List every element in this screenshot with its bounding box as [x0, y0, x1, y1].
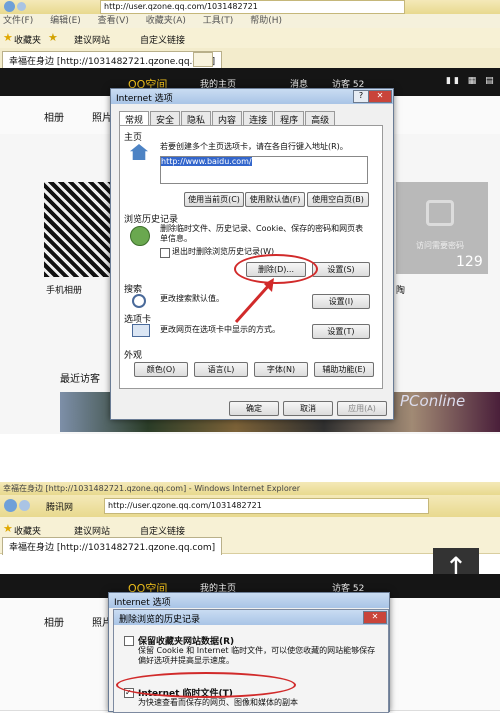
appearance-section-title: 外观: [124, 351, 143, 361]
dialog-titlebar: Internet 选项 ? ✕: [111, 89, 393, 104]
search-desc: 更改搜索默认值。: [160, 294, 224, 303]
delete-close-button[interactable]: ✕: [363, 611, 387, 624]
search-settings-button[interactable]: 设置(I): [312, 294, 370, 309]
colors-button[interactable]: 颜色(O): [134, 362, 188, 377]
dialog-title: Internet 选项: [116, 94, 173, 104]
back-button[interactable]: [4, 1, 15, 12]
tab-album-bottom[interactable]: 相册: [44, 614, 64, 629]
apply-button[interactable]: 应用(A): [337, 401, 387, 416]
tabs-desc: 更改网页在选项卡中显示的方式。: [160, 325, 280, 334]
delete-dialog-title: 删除浏览的历史记录: [119, 615, 201, 625]
favorites-button-bottom[interactable]: 收藏夹: [14, 524, 41, 537]
history-icon: [130, 226, 150, 246]
fav-suggest-link[interactable]: 建议网站: [74, 33, 110, 46]
tabs-icon: [132, 324, 150, 337]
home-section-title: 主页: [124, 133, 143, 143]
forward-button-bottom[interactable]: [19, 500, 30, 511]
ok-button[interactable]: 确定: [229, 401, 279, 416]
browser-tab-qzone[interactable]: 幸福在身边 [http://1031482721.qzone.qq.com]: [2, 51, 223, 69]
home-url-value: http://www.baidu.com/: [161, 157, 252, 166]
pconline-watermark: PConline: [400, 392, 466, 410]
delete-history-dialog: 删除浏览的历史记录 ✕ 保留收藏夹网站数据(R) 保留 Cookie 和 Int…: [113, 609, 389, 713]
site-tag: 腾讯网: [46, 503, 74, 513]
recent-visitors-title: 最近访客: [60, 374, 100, 385]
dialog-title-bottom: Internet 选项: [114, 598, 171, 608]
private-label: 访问需要密码: [416, 241, 464, 250]
back-button-bottom[interactable]: [4, 499, 17, 512]
fav-custom-bottom[interactable]: 自定义链接: [140, 524, 185, 537]
lock-icon: [426, 200, 454, 226]
annotation-arrow: [234, 278, 274, 324]
fonts-button[interactable]: 字体(N): [254, 362, 308, 377]
internet-options-dialog: Internet 选项 ? ✕ 常规 安全 隐私 内容 连接 程序 高级 主页 …: [110, 88, 394, 420]
add-favorite-icon[interactable]: ★: [48, 31, 58, 44]
ie-address-bar-bottom: 腾讯网 http://user.qzone.qq.com/1031482721: [0, 495, 500, 518]
fav-suggest-bottom[interactable]: 建议网站: [74, 524, 110, 537]
favorites-button[interactable]: 收藏夹: [14, 33, 41, 46]
menu-bar-top: 文件(F) 编辑(E) 查看(V) 收藏夹(A) 工具(T) 帮助(H): [0, 14, 500, 29]
delete-dialog-titlebar: 删除浏览的历史记录 ✕: [114, 610, 388, 625]
tab-photo[interactable]: 照片: [92, 109, 112, 124]
ie-window-title-bottom: 幸福在身边 [http://1031482721.qzone.qq.com] -…: [0, 482, 500, 496]
screenshot-gap: [0, 436, 500, 482]
tab-album[interactable]: 相册: [44, 109, 64, 124]
menu-view[interactable]: 查看(V): [98, 16, 129, 26]
album-thumb-private[interactable]: 访问需要密码 129: [396, 182, 488, 274]
window-title-bottom: 幸福在身边 [http://1031482721.qzone.qq.com] -…: [3, 484, 301, 493]
menu-favorites[interactable]: 收藏夹(A): [146, 16, 186, 26]
history-settings-button[interactable]: 设置(S): [312, 262, 370, 277]
browser-tab-bottom[interactable]: 幸福在身边 [http://1031482721.qzone.qq.com]: [2, 537, 223, 555]
toolbar-icons[interactable]: ▮▮ ▦ ▤: [446, 76, 497, 86]
temp-files-desc: 为快速查看而保存的网页、图像和媒体的副本: [138, 698, 298, 707]
forward-button[interactable]: [17, 2, 26, 11]
star-icon: ★: [3, 31, 13, 44]
house-icon: [130, 144, 148, 160]
history-desc: 删除临时文件、历史记录、Cookie、保存的密码和网页表单信息。: [160, 224, 364, 243]
album-label-mobile[interactable]: 手机相册: [46, 283, 82, 296]
magnifier-icon: [132, 294, 146, 308]
languages-button[interactable]: 语言(L): [194, 362, 248, 377]
temp-files-highlight-ring: [116, 672, 296, 698]
address-input-bottom[interactable]: http://user.qzone.qq.com/1031482721: [104, 498, 429, 514]
keep-favorites-checkbox[interactable]: [124, 636, 134, 646]
menu-file[interactable]: 文件(F): [3, 16, 33, 26]
use-blank-button[interactable]: 使用空白页(B): [307, 192, 369, 207]
ie-address-bar-top: http://user.qzone.qq.com/1031482721: [0, 0, 500, 15]
album-thumb-mobile[interactable]: [44, 182, 112, 277]
use-default-button[interactable]: 使用默认值(F): [245, 192, 305, 207]
fav-custom-link[interactable]: 自定义链接: [140, 33, 185, 46]
private-count: 129: [456, 254, 483, 270]
favorites-bar-bottom: ★ 收藏夹 建议网站 自定义链接 幸福在身边 [http://103148272…: [0, 517, 500, 555]
exit-delete-checkbox[interactable]: [160, 248, 170, 258]
home-desc: 若要创建多个主页选项卡，请在各自行键入地址(R)。: [160, 142, 348, 151]
tab-bar-top: 幸福在身边 [http://1031482721.qzone.qq.com]: [0, 48, 500, 69]
close-button[interactable]: ✕: [368, 90, 392, 103]
favorites-bar-top: ★ 收藏夹 ★ 建议网站 自定义链接: [0, 28, 500, 49]
star-icon-bottom: ★: [3, 522, 13, 535]
new-tab-button[interactable]: [193, 52, 213, 67]
dialog-titlebar-bottom: Internet 选项: [109, 593, 389, 608]
menu-edit[interactable]: 编辑(E): [50, 16, 81, 26]
use-current-button[interactable]: 使用当前页(C): [184, 192, 244, 207]
tabs-settings-button[interactable]: 设置(T): [312, 324, 370, 339]
accessibility-button[interactable]: 辅助功能(E): [314, 362, 374, 377]
address-input-top[interactable]: http://user.qzone.qq.com/1031482721: [100, 0, 405, 14]
menu-tools[interactable]: 工具(T): [203, 16, 234, 26]
menu-help[interactable]: 帮助(H): [250, 16, 282, 26]
cancel-button[interactable]: 取消: [283, 401, 333, 416]
help-button[interactable]: ?: [353, 90, 369, 103]
home-url-textarea[interactable]: http://www.baidu.com/: [160, 156, 368, 184]
album-label-misc[interactable]: 陶: [396, 283, 405, 296]
keep-favorites-desc: 保留 Cookie 和 Internet 临时文件，可以使您收藏的网站能够保存偏…: [138, 646, 376, 665]
